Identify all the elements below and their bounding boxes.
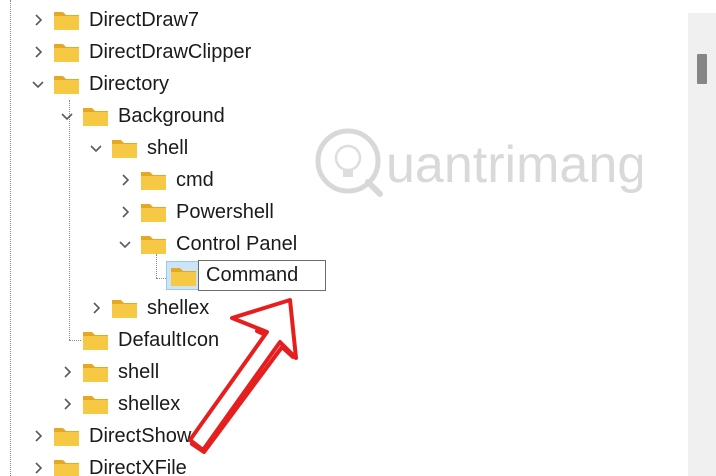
tree-item-label: Powershell — [176, 201, 274, 223]
folder-icon — [141, 236, 166, 254]
chevron-right-icon[interactable] — [29, 459, 47, 476]
folder-icon — [141, 172, 166, 190]
watermark-logo: uantrimang — [315, 128, 642, 197]
folder-icon — [171, 268, 196, 286]
tree-item-label: DirectDrawClipper — [89, 41, 252, 63]
chevron-right-icon[interactable] — [29, 43, 47, 61]
tree-item-directdraw7[interactable]: DirectDraw7 — [0, 4, 688, 36]
scrollbar-thumb[interactable] — [697, 54, 707, 84]
tree-item-directdrawclipper[interactable]: DirectDrawClipper — [0, 36, 688, 68]
chevron-down-icon[interactable] — [116, 235, 134, 253]
tree-item-directxfile[interactable]: DirectXFile — [0, 452, 688, 476]
chevron-down-icon[interactable] — [29, 75, 47, 93]
tree-item-label: DefaultIcon — [118, 329, 220, 351]
chevron-right-icon[interactable] — [87, 299, 105, 317]
folder-icon — [141, 204, 166, 222]
tree-item-shellex[interactable]: shellex — [0, 292, 688, 324]
folder-icon — [54, 12, 79, 30]
tree-item-directshow[interactable]: DirectShow — [0, 420, 688, 452]
tree-item-defaulticon[interactable]: DefaultIcon — [0, 324, 688, 356]
chevron-down-icon[interactable] — [58, 107, 76, 125]
tree-item-label: DirectXFile — [89, 457, 187, 476]
chevron-down-icon[interactable] — [87, 139, 105, 157]
tree-item-shell[interactable]: shell — [0, 356, 688, 388]
watermark-text: uantrimang — [386, 136, 642, 194]
tree-item-control-panel[interactable]: Control Panel — [0, 228, 688, 260]
registry-tree: DirectDraw7 DirectDrawClipper Directory … — [0, 0, 688, 476]
folder-icon — [54, 428, 79, 446]
folder-icon — [83, 332, 108, 350]
rename-key-input[interactable]: Command — [198, 260, 326, 291]
folder-icon — [83, 108, 108, 126]
chevron-right-icon[interactable] — [58, 395, 76, 413]
tree-item-directory[interactable]: Directory — [0, 68, 688, 100]
folder-icon — [54, 460, 79, 476]
tree-item-powershell[interactable]: Powershell — [0, 196, 688, 228]
chevron-right-icon[interactable] — [116, 203, 134, 221]
tree-item-label: Background — [118, 105, 225, 127]
tree-item-label: shell — [147, 137, 189, 159]
folder-icon — [83, 364, 108, 382]
tree-item-label: Control Panel — [176, 233, 298, 255]
folder-icon — [112, 300, 137, 318]
chevron-right-icon[interactable] — [58, 363, 76, 381]
tree-item-label: DirectShow — [89, 425, 192, 447]
folder-icon — [54, 44, 79, 62]
tree-item-shellex[interactable]: shellex — [0, 388, 688, 420]
folder-icon — [112, 140, 137, 158]
tree-item-label: Directory — [89, 73, 170, 95]
tree-item-label: cmd — [176, 169, 214, 191]
tree-guide-line — [156, 278, 166, 279]
folder-icon — [54, 76, 79, 94]
chevron-right-icon[interactable] — [116, 171, 134, 189]
tree-item-label: shell — [118, 361, 160, 383]
chevron-right-icon[interactable] — [29, 427, 47, 445]
chevron-right-icon[interactable] — [29, 11, 47, 29]
tree-item-label: shellex — [118, 393, 181, 415]
tree-item-label: DirectDraw7 — [89, 9, 200, 31]
tree-item-label: shellex — [147, 297, 210, 319]
folder-icon — [83, 396, 108, 414]
